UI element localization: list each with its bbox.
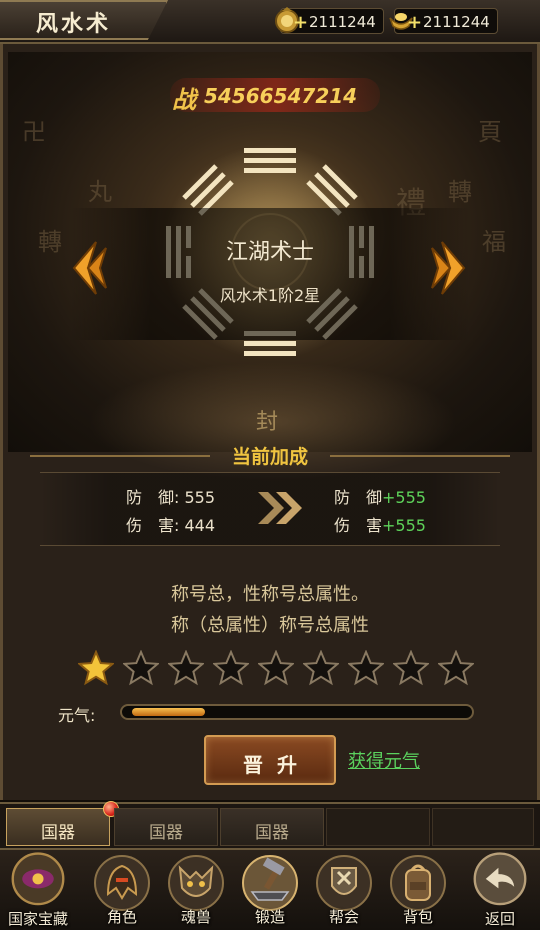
- nav-role[interactable]: 角色: [86, 850, 158, 930]
- stat-value: 444: [184, 516, 216, 535]
- treasure-eye-icon: [11, 852, 65, 906]
- star-filled-icon: [78, 650, 114, 686]
- stat-value: 555: [184, 488, 216, 507]
- tab-guoqi-2[interactable]: 国器: [114, 808, 218, 846]
- guild-crest-icon: [316, 855, 372, 911]
- nav-label: 背包: [402, 908, 433, 926]
- tab-bar: 国器 国器 国器: [0, 801, 540, 850]
- currency-coins[interactable]: + 2111244: [275, 7, 384, 34]
- class-name-band: [70, 208, 470, 340]
- wall-glyph: 轉: [448, 178, 472, 206]
- tab-empty: [326, 808, 430, 846]
- armor-helmet-icon: [94, 855, 150, 911]
- wall-glyph: 卍: [22, 118, 46, 146]
- backpack-icon: [390, 855, 446, 911]
- star-empty-icon: [258, 650, 294, 686]
- stat-plus: +555: [382, 488, 426, 507]
- wall-glyph: 頁: [478, 118, 502, 146]
- tab-guoqi-1[interactable]: 国器: [6, 801, 119, 846]
- return-arrow-icon: [473, 852, 527, 906]
- nav-label: 魂兽: [180, 908, 211, 926]
- previous-arrow-icon[interactable]: [66, 238, 108, 298]
- page-title: 风水术: [36, 11, 112, 37]
- currency-gold[interactable]: + 2111244: [389, 8, 498, 34]
- wall-glyph: 丸: [88, 178, 112, 206]
- stat-damage-current: 伤 害: 444: [126, 512, 215, 536]
- tab-label: 国器: [255, 823, 289, 843]
- top-bar: 风水术 + 2111244 + 2111244: [0, 0, 540, 44]
- nav-beast[interactable]: 魂兽: [160, 850, 232, 930]
- stat-label: 防 御: [334, 488, 383, 507]
- divider-right: [330, 455, 510, 457]
- power-value: 54566547214: [204, 84, 358, 108]
- star-empty-icon: [168, 650, 204, 686]
- tab-empty: [432, 808, 534, 846]
- vitality-bar-fill: [132, 708, 205, 716]
- stat-defense-current: 防 御: 555: [126, 484, 215, 508]
- nav-backpack[interactable]: 背包: [382, 850, 454, 930]
- stat-label: 伤 害:: [126, 516, 180, 535]
- coins-value: 2111244: [309, 13, 376, 31]
- description-line-2: 称（总属性）称号总属性: [171, 615, 369, 636]
- gold-value: 2111244: [423, 13, 490, 31]
- seal-glyph: 封: [256, 410, 279, 435]
- power-label: 战: [172, 85, 196, 114]
- star-empty-icon: [123, 650, 159, 686]
- description-line-1: 称号总，性称号总属性。: [171, 584, 369, 605]
- star-empty-icon: [303, 650, 339, 686]
- nav-label: 国家宝藏: [7, 910, 68, 928]
- nav-forge[interactable]: 锻造: [234, 850, 306, 930]
- star-empty-icon: [213, 650, 249, 686]
- star-rating: [78, 650, 478, 686]
- double-chevron-right-icon: [258, 492, 302, 524]
- beast-skull-icon: [168, 855, 224, 911]
- nav-label: 返回: [484, 910, 515, 928]
- get-vitality-link[interactable]: 获得元气: [348, 747, 420, 773]
- add-gold-icon[interactable]: +: [407, 12, 422, 33]
- return-button[interactable]: 返回: [462, 852, 538, 928]
- anvil-hammer-icon: [242, 855, 298, 911]
- star-empty-icon: [393, 650, 429, 686]
- stat-defense-next: 防 御+555: [334, 484, 426, 508]
- vitality-label: 元气:: [58, 706, 96, 725]
- stat-label: 伤 害: [334, 516, 383, 535]
- promote-button-label: 晋升: [243, 753, 311, 777]
- nav-label: 角色: [106, 908, 137, 926]
- promote-button[interactable]: 晋升: [204, 735, 336, 785]
- nav-guild[interactable]: 帮会: [308, 850, 380, 930]
- tab-label: 国器: [41, 823, 75, 843]
- star-empty-icon: [348, 650, 384, 686]
- tab-label: 国器: [149, 823, 183, 843]
- add-coins-icon[interactable]: +: [293, 12, 308, 33]
- bottom-nav: 国家宝藏 角色 魂兽 锻造 帮会 背包 返回: [0, 850, 540, 930]
- nav-label: 帮会: [328, 908, 359, 926]
- star-empty-icon: [438, 650, 474, 686]
- national-treasure-button[interactable]: 国家宝藏: [0, 852, 76, 928]
- tab-guoqi-3[interactable]: 国器: [220, 808, 324, 846]
- nav-label: 锻造: [254, 908, 285, 926]
- next-arrow-icon[interactable]: [430, 238, 472, 298]
- vitality-bar: [120, 704, 474, 720]
- stat-plus: +555: [382, 516, 426, 535]
- stat-label: 防 御:: [126, 488, 180, 507]
- stat-damage-next: 伤 害+555: [334, 512, 426, 536]
